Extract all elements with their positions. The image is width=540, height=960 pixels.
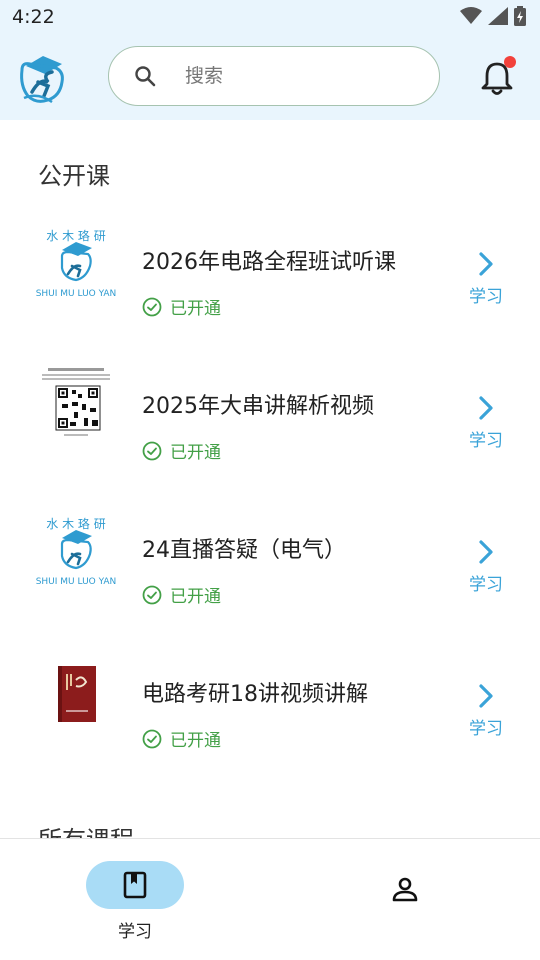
course-item[interactable]: 水 木 珞 研 SHUI MU LUO YAN 24直播答疑（电气） 已开通 学…	[0, 488, 540, 632]
chevron-right-icon	[479, 540, 493, 564]
nav-tab-profile[interactable]	[380, 869, 430, 909]
course-status: 已开通	[142, 582, 221, 607]
chevron-right-icon	[479, 396, 493, 420]
status-bar: 4:22	[0, 0, 540, 36]
study-link-label: 学习	[469, 287, 503, 307]
svg-text:SHUI MU LUO YAN: SHUI MU LUO YAN	[36, 577, 117, 587]
course-item[interactable]: 2025年大串讲解析视频 已开通 学习	[0, 344, 540, 488]
bottom-nav: 学习	[0, 838, 540, 960]
status-icons	[460, 6, 526, 26]
course-status: 已开通	[142, 726, 221, 751]
course-status: 已开通	[142, 438, 221, 463]
svg-text:水 木 珞 研: 水 木 珞 研	[46, 229, 105, 243]
signal-icon	[488, 7, 508, 25]
section-title: 公开课	[38, 162, 110, 190]
nav-tab-study[interactable]: 学习	[86, 861, 184, 942]
svg-text:水 木 珞 研: 水 木 珞 研	[46, 517, 105, 531]
app-logo-icon[interactable]	[18, 52, 68, 106]
check-circle-icon	[142, 441, 162, 460]
check-circle-icon	[142, 585, 162, 604]
top-header-area: 4:22	[0, 0, 540, 120]
check-circle-icon	[142, 297, 162, 316]
book-cover-thumbnail	[34, 652, 118, 736]
search-input[interactable]	[185, 61, 415, 91]
battery-charging-icon	[514, 6, 526, 26]
course-title: 24直播答疑（电气）	[142, 538, 346, 563]
course-status: 已开通	[142, 294, 221, 319]
logo-thumbnail: 水 木 珞 研 SHUI MU LUO YAN	[36, 510, 117, 590]
nav-tab-study-label: 学习	[118, 922, 152, 942]
status-label: 已开通	[170, 587, 221, 607]
course-title: 电路考研18讲视频讲解	[142, 682, 368, 707]
status-label: 已开通	[170, 443, 221, 463]
notification-badge	[504, 56, 516, 68]
search-icon	[135, 66, 156, 87]
course-title: 2025年大串讲解析视频	[142, 394, 374, 419]
study-link-label: 学习	[469, 719, 503, 739]
nav-active-indicator	[86, 861, 184, 909]
study-link-label: 学习	[469, 575, 503, 595]
status-label: 已开通	[170, 731, 221, 751]
svg-text:SHUI MU LUO YAN: SHUI MU LUO YAN	[36, 289, 117, 299]
study-link-label: 学习	[469, 431, 503, 451]
course-list: 水 木 珞 研 SHUI MU LUO YAN 2026年电路全程班试听课 已开…	[0, 200, 540, 776]
chevron-right-icon	[479, 252, 493, 276]
course-title: 2026年电路全程班试听课	[142, 250, 396, 275]
study-link[interactable]: 学习	[456, 394, 516, 458]
search-bar[interactable]	[108, 46, 440, 106]
status-label: 已开通	[170, 299, 221, 319]
study-link[interactable]: 学习	[456, 250, 516, 314]
course-item[interactable]: 电路考研18讲视频讲解 已开通 学习	[0, 632, 540, 776]
person-icon	[392, 877, 418, 902]
qr-code-thumbnail	[34, 364, 118, 448]
wifi-icon	[460, 7, 482, 24]
chevron-right-icon	[479, 684, 493, 708]
study-link[interactable]: 学习	[456, 682, 516, 746]
status-time: 4:22	[12, 6, 55, 28]
book-icon	[123, 871, 147, 899]
study-link[interactable]: 学习	[456, 538, 516, 602]
check-circle-icon	[142, 729, 162, 748]
course-item[interactable]: 水 木 珞 研 SHUI MU LUO YAN 2026年电路全程班试听课 已开…	[0, 200, 540, 344]
logo-thumbnail: 水 木 珞 研 SHUI MU LUO YAN	[36, 222, 117, 302]
